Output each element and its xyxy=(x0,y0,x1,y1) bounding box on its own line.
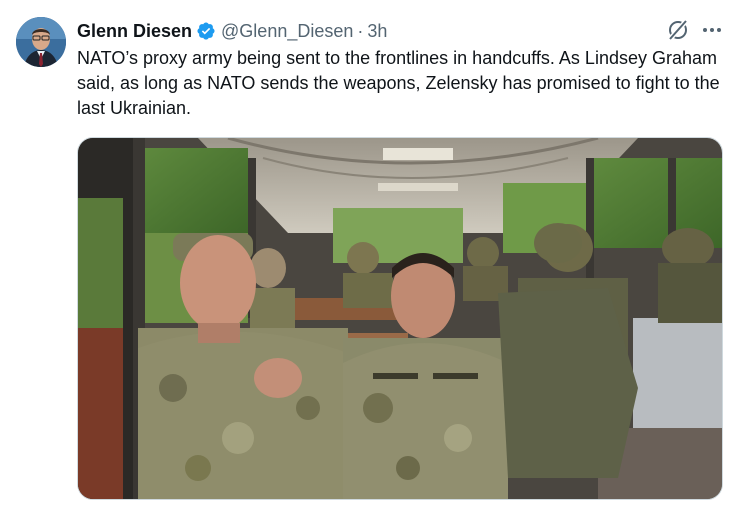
tweet[interactable]: Glenn Diesen @Glenn_Diesen · 3h NATO’s p… xyxy=(0,0,740,507)
author-display-name[interactable]: Glenn Diesen xyxy=(77,21,192,42)
grok-icon[interactable] xyxy=(666,18,690,42)
author-handle[interactable]: @Glenn_Diesen xyxy=(221,21,353,42)
tweet-media-video[interactable] xyxy=(77,137,723,500)
tweet-timestamp[interactable]: 3h xyxy=(367,21,387,42)
avatar[interactable] xyxy=(16,17,66,67)
avatar-image xyxy=(16,17,66,67)
more-options-icon[interactable] xyxy=(700,18,724,42)
verified-badge-icon xyxy=(196,21,216,41)
separator-dot: · xyxy=(357,20,364,41)
tweet-header: Glenn Diesen @Glenn_Diesen · 3h xyxy=(77,19,387,43)
tweet-text: NATO’s proxy army being sent to the fron… xyxy=(77,48,720,118)
bus-interior-image xyxy=(78,138,722,499)
